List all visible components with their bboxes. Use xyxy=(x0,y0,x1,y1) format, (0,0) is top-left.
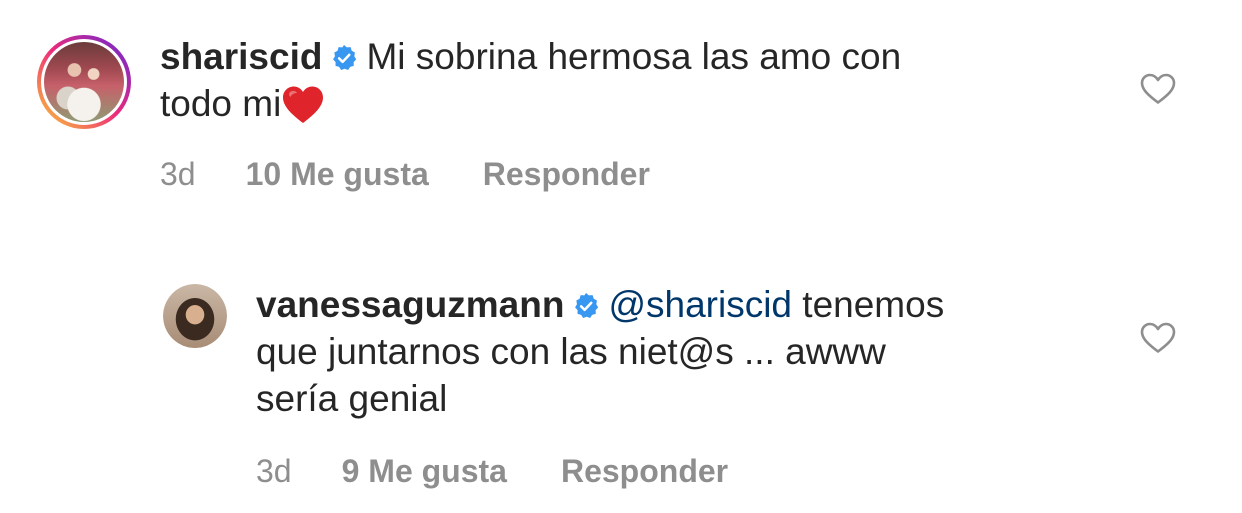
comment-body: shariscid Mi sobrina hermosa las amo con… xyxy=(160,33,1120,127)
comment-text-line: tenemos xyxy=(802,284,945,325)
heart-emoji-icon xyxy=(283,86,324,123)
mention-link[interactable]: @shariscid xyxy=(608,284,792,325)
avatar-photo xyxy=(44,42,124,122)
avatar-vanessaguzmann[interactable] xyxy=(163,284,227,348)
comment-meta: 3d 10 Me gusta Responder xyxy=(160,156,650,193)
verified-badge-icon xyxy=(575,293,599,319)
comment-username[interactable]: vanessaguzmann xyxy=(256,284,564,325)
heart-outline-icon[interactable] xyxy=(1140,73,1176,105)
comment-username[interactable]: shariscid xyxy=(160,36,322,77)
comment-time: 3d xyxy=(160,156,196,192)
avatar-photo xyxy=(163,284,227,348)
comment-text-line: todo mi xyxy=(160,83,282,124)
comment-time: 3d xyxy=(256,453,292,489)
verified-badge-icon xyxy=(333,45,357,71)
reply-button[interactable]: Responder xyxy=(483,156,650,193)
comment-text-line: sería genial xyxy=(256,378,448,419)
comment-likes[interactable]: 10 Me gusta xyxy=(246,156,429,193)
comment-meta: 3d 9 Me gusta Responder xyxy=(256,453,728,490)
comment-likes[interactable]: 9 Me gusta xyxy=(342,453,507,490)
reply-button[interactable]: Responder xyxy=(561,453,728,490)
comment-body: vanessaguzmann @shariscid tenemos que ju… xyxy=(256,281,1136,422)
comment-text-line: que juntarnos con las niet@s ... awww xyxy=(256,331,886,372)
comment-text-line: Mi sobrina hermosa las amo con xyxy=(366,36,902,77)
heart-outline-icon[interactable] xyxy=(1140,322,1176,354)
avatar-shariscid[interactable] xyxy=(37,35,131,129)
